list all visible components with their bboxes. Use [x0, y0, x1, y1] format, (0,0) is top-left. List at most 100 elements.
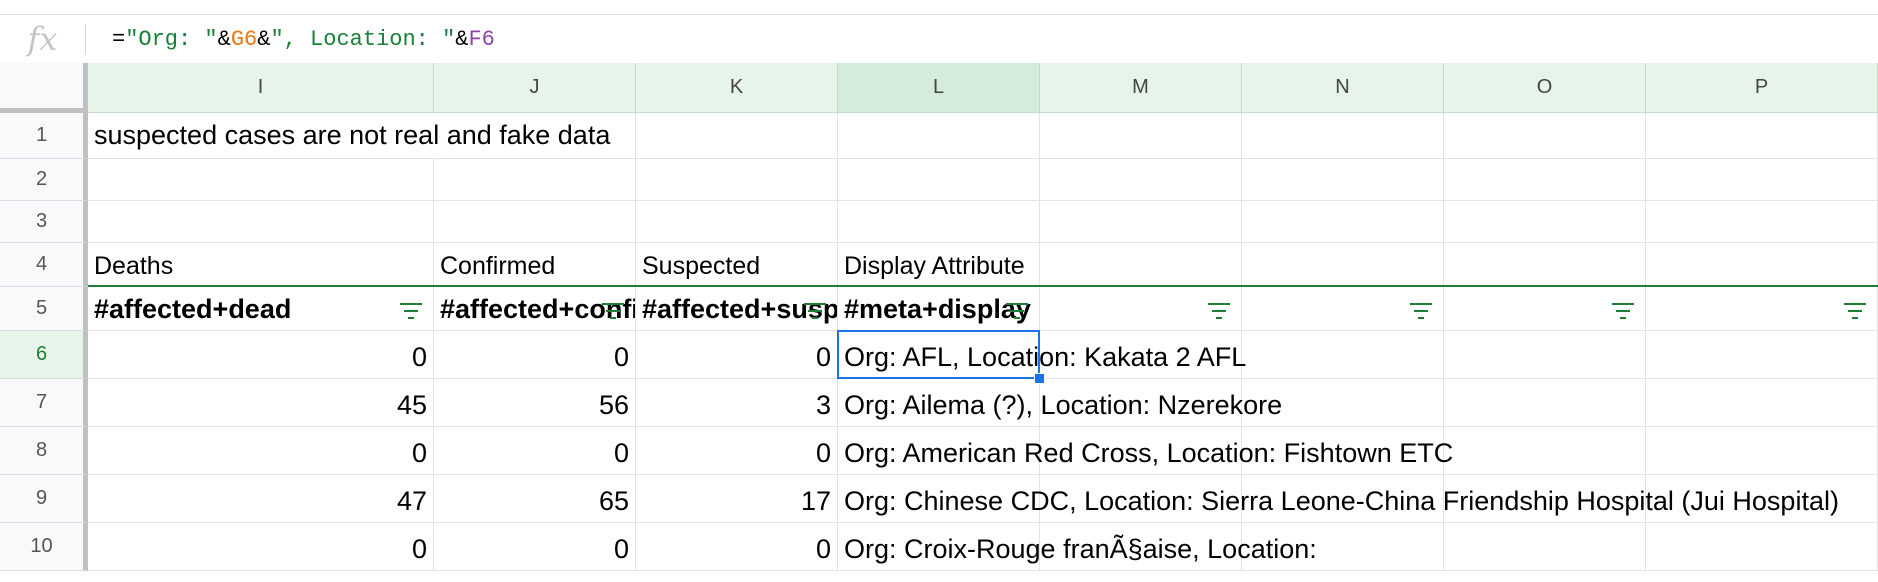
row-header-6[interactable]: 6	[0, 331, 88, 379]
column-header-p[interactable]: P	[1646, 63, 1878, 113]
formula-input[interactable]: ="Org: "&G6&", Location: "&F6	[86, 27, 495, 52]
cell-p10[interactable]	[1646, 523, 1878, 571]
cell-o8[interactable]	[1444, 427, 1646, 475]
cell-value: 0	[613, 534, 629, 564]
fill-handle[interactable]	[1034, 373, 1045, 384]
column-header-m[interactable]: M	[1040, 63, 1242, 113]
row-header-5[interactable]: 5	[0, 287, 88, 331]
cell-n3[interactable]	[1242, 201, 1444, 243]
cell-o7[interactable]	[1444, 379, 1646, 427]
cell-k6[interactable]: 0	[636, 331, 838, 379]
cell-j8[interactable]: 0	[434, 427, 636, 475]
cell-j6[interactable]: 0	[434, 331, 636, 379]
row-header-1[interactable]: 1	[0, 113, 88, 159]
cell-j7[interactable]: 56	[434, 379, 636, 427]
cell-k7[interactable]: 3	[636, 379, 838, 427]
cell-l6[interactable]: Org: AFL, Location: Kakata 2 AFL	[838, 331, 1246, 379]
cell-o1[interactable]	[1444, 113, 1646, 159]
cell-j10[interactable]: 0	[434, 523, 636, 571]
cell-n2[interactable]	[1242, 159, 1444, 201]
formula-token: "Org: "	[125, 26, 218, 52]
cell-o2[interactable]	[1444, 159, 1646, 201]
cell-i8[interactable]: 0	[88, 427, 434, 475]
formula-bar[interactable]: fx ="Org: "&G6&", Location: "&F6	[0, 14, 1878, 64]
cell-value: #affected+dead	[94, 294, 292, 324]
cell-m3[interactable]	[1040, 201, 1242, 243]
filter-icon[interactable]	[1842, 303, 1868, 321]
cell-p1[interactable]	[1646, 113, 1878, 159]
cell-value: 0	[411, 342, 427, 372]
cell-l9[interactable]: Org: Chinese CDC, Location: Sierra Leone…	[838, 475, 1839, 523]
cell-l7[interactable]: Org: Ailema (?), Location: Nzerekore	[838, 379, 1282, 427]
filter-icon[interactable]	[398, 303, 424, 321]
column-header-k[interactable]: K	[636, 63, 838, 113]
cell-k3[interactable]	[636, 201, 838, 243]
cell-o10[interactable]	[1444, 523, 1646, 571]
frozen-row-divider	[88, 285, 1878, 287]
row-header-2[interactable]: 2	[0, 159, 88, 201]
row-header-7[interactable]: 7	[0, 379, 88, 427]
cell-i5[interactable]: #affected+dead	[88, 287, 434, 331]
cell-i7[interactable]: 45	[88, 379, 434, 427]
cell-p3[interactable]	[1646, 201, 1878, 243]
cell-i3[interactable]	[88, 201, 434, 243]
cell-l10[interactable]: Org: Croix-Rouge franÃ§aise, Location:	[838, 523, 1317, 571]
cell-value: Org: AFL, Location: Kakata 2 AFL	[844, 342, 1247, 372]
cell-value: Display Attribute	[844, 252, 1025, 280]
cell-l8[interactable]: Org: American Red Cross, Location: Fisht…	[838, 427, 1453, 475]
cell-m1[interactable]	[1040, 113, 1242, 159]
cell-i10[interactable]: 0	[88, 523, 434, 571]
cell-o3[interactable]	[1444, 201, 1646, 243]
cell-i1[interactable]: suspected cases are not real and fake da…	[88, 113, 610, 159]
filter-icon[interactable]	[1408, 303, 1434, 321]
cell-j3[interactable]	[434, 201, 636, 243]
cell-l3[interactable]	[838, 201, 1040, 243]
filter-icon[interactable]	[802, 303, 828, 321]
cell-i9[interactable]: 47	[88, 475, 434, 523]
cell-k1[interactable]	[636, 113, 838, 159]
cell-i6[interactable]: 0	[88, 331, 434, 379]
row-header-4[interactable]: 4	[0, 243, 88, 287]
column-header-i[interactable]: I	[88, 63, 434, 113]
cell-j2[interactable]	[434, 159, 636, 201]
cell-i4[interactable]: Deaths	[88, 243, 434, 287]
cell-p2[interactable]	[1646, 159, 1878, 201]
select-all-corner[interactable]	[0, 63, 88, 113]
row-header-3[interactable]: 3	[0, 201, 88, 243]
cell-p6[interactable]	[1646, 331, 1878, 379]
column-header-l[interactable]: L	[838, 63, 1040, 113]
cell-l1[interactable]	[838, 113, 1040, 159]
cell-i2[interactable]	[88, 159, 434, 201]
cell-o4[interactable]	[1444, 243, 1646, 287]
row-header-9[interactable]: 9	[0, 475, 88, 523]
row-header-8[interactable]: 8	[0, 427, 88, 475]
cell-value: 0	[411, 534, 427, 564]
cell-l4[interactable]: Display Attribute	[838, 243, 1040, 287]
filter-icon[interactable]	[1004, 303, 1030, 321]
cell-k4[interactable]: Suspected	[636, 243, 838, 287]
column-header-n[interactable]: N	[1242, 63, 1444, 113]
cell-n6[interactable]	[1242, 331, 1444, 379]
cell-p4[interactable]	[1646, 243, 1878, 287]
column-header-j[interactable]: J	[434, 63, 636, 113]
cell-o6[interactable]	[1444, 331, 1646, 379]
cell-k8[interactable]: 0	[636, 427, 838, 475]
cell-m4[interactable]	[1040, 243, 1242, 287]
cell-n1[interactable]	[1242, 113, 1444, 159]
cell-n4[interactable]	[1242, 243, 1444, 287]
filter-icon[interactable]	[1206, 303, 1232, 321]
formula-token: &	[217, 26, 231, 52]
filter-icon[interactable]	[600, 303, 626, 321]
row-header-10[interactable]: 10	[0, 523, 88, 571]
cell-m2[interactable]	[1040, 159, 1242, 201]
cell-p7[interactable]	[1646, 379, 1878, 427]
cell-j4[interactable]: Confirmed	[434, 243, 636, 287]
cell-k9[interactable]: 17	[636, 475, 838, 523]
cell-p8[interactable]	[1646, 427, 1878, 475]
cell-j9[interactable]: 65	[434, 475, 636, 523]
column-header-o[interactable]: O	[1444, 63, 1646, 113]
cell-k10[interactable]: 0	[636, 523, 838, 571]
cell-l2[interactable]	[838, 159, 1040, 201]
cell-k2[interactable]	[636, 159, 838, 201]
filter-icon[interactable]	[1610, 303, 1636, 321]
